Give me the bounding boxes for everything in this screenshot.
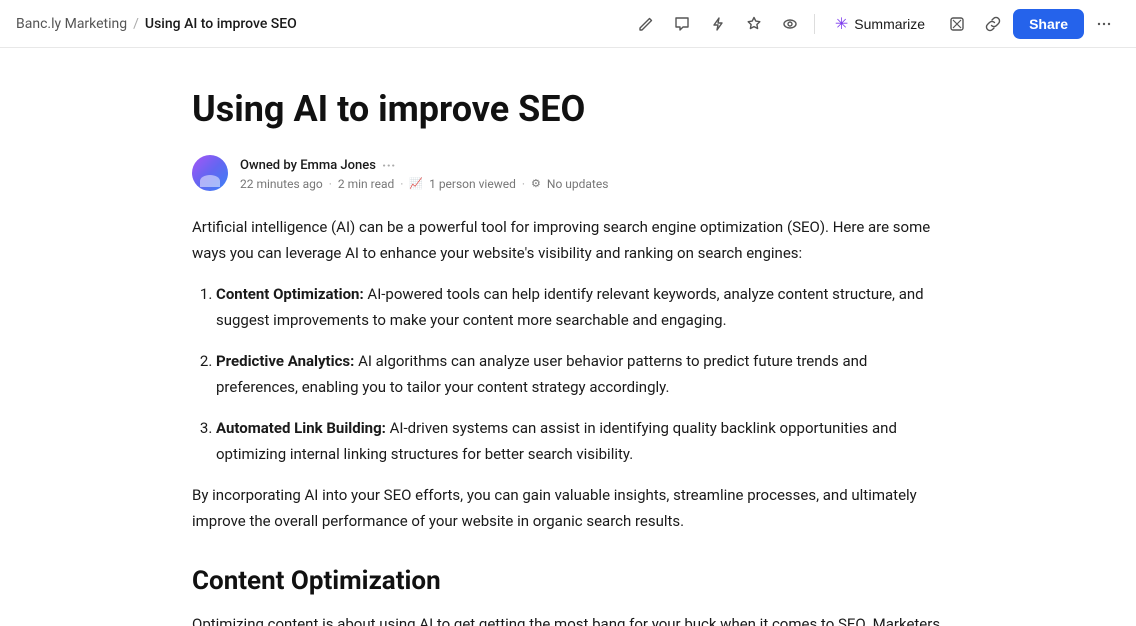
dot-1: · [329,177,332,191]
lightning-button[interactable] [702,8,734,40]
owner-more-button[interactable]: ··· [382,156,396,175]
topbar-actions: ✳ Summarize Share [630,8,1120,40]
view-button[interactable] [774,8,806,40]
breadcrumb-separator: / [133,16,139,32]
section-heading: Content Optimization [192,566,944,596]
time-ago: 22 minutes ago [240,177,323,191]
edit-button[interactable] [630,8,662,40]
outro-paragraph: By incorporating AI into your SEO effort… [192,483,944,534]
breadcrumb-current: Using AI to improve SEO [145,16,297,32]
star-icon [746,16,762,32]
item-3-heading: Automated Link Building: [216,419,386,437]
meta-stats: 22 minutes ago · 2 min read · 📈 1 person… [240,177,608,191]
breadcrumb: Banc.ly Marketing / Using AI to improve … [16,16,297,32]
edit-icon [638,16,654,32]
read-time: 2 min read [338,177,394,191]
section-body: Optimizing content is about using AI to … [192,612,944,626]
content-area: Using AI to improve SEO Owned by Emma Jo… [0,48,1136,626]
dot-2: · [400,177,403,191]
avatar [192,155,228,191]
eye-icon [782,16,798,32]
doc-meta: Owned by Emma Jones ··· 22 minutes ago ·… [192,155,944,191]
list-item: Automated Link Building: AI-driven syste… [216,416,944,467]
no-access-button[interactable] [941,8,973,40]
list-item: Content Optimization: AI-powered tools c… [216,282,944,333]
item-2-heading: Predictive Analytics: [216,352,354,370]
link-icon [985,16,1001,32]
no-access-icon [949,16,965,32]
list-item: Predictive Analytics: AI algorithms can … [216,349,944,400]
meta-owner-row: Owned by Emma Jones ··· [240,156,608,175]
summarize-button[interactable]: ✳ Summarize [823,8,937,40]
comment-button[interactable] [666,8,698,40]
summarize-label: Summarize [854,16,925,32]
more-options-icon [1096,16,1112,32]
share-button[interactable]: Share [1013,9,1084,39]
item-1-heading: Content Optimization: [216,285,364,303]
dot-3: · [522,177,525,191]
more-options-button[interactable] [1088,8,1120,40]
owner-name: Owned by Emma Jones [240,158,376,173]
doc-body: Artificial intelligence (AI) can be a po… [192,215,944,626]
views-icon: 📈 [409,177,423,190]
breadcrumb-root[interactable]: Banc.ly Marketing [16,16,127,32]
toolbar-divider [814,14,815,34]
intro-paragraph: Artificial intelligence (AI) can be a po… [192,215,944,266]
updates-icon: ⚙ [531,177,541,190]
updates-text: No updates [547,177,609,191]
comment-icon [674,16,690,32]
views-count: 1 person viewed [429,177,516,191]
meta-info: Owned by Emma Jones ··· 22 minutes ago ·… [240,156,608,191]
features-list: Content Optimization: AI-powered tools c… [216,282,944,467]
summarize-icon: ✳ [835,14,848,34]
star-button[interactable] [738,8,770,40]
link-button[interactable] [977,8,1009,40]
topbar: Banc.ly Marketing / Using AI to improve … [0,0,1136,48]
lightning-icon [710,16,726,32]
doc-title: Using AI to improve SEO [192,88,944,131]
